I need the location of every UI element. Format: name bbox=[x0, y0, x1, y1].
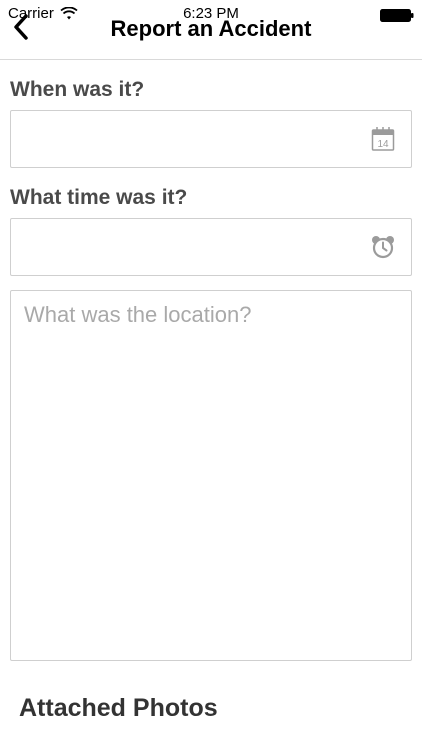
location-field[interactable] bbox=[10, 290, 412, 661]
status-bar: Carrier 6:23 PM bbox=[0, 0, 422, 26]
calendar-day: 14 bbox=[377, 139, 389, 150]
location-input[interactable] bbox=[11, 291, 411, 660]
time-input[interactable] bbox=[11, 219, 411, 275]
time-field[interactable] bbox=[10, 218, 412, 276]
date-field[interactable]: 14 bbox=[10, 110, 412, 168]
attached-photos-heading: Attached Photos bbox=[19, 694, 218, 722]
date-input[interactable] bbox=[11, 111, 411, 167]
date-label: When was it? bbox=[10, 78, 145, 101]
battery-icon bbox=[380, 9, 414, 22]
status-time: 6:23 PM bbox=[183, 5, 239, 22]
time-label: What time was it? bbox=[10, 186, 188, 209]
alarm-clock-icon bbox=[372, 236, 394, 259]
calendar-icon: 14 bbox=[371, 127, 395, 151]
